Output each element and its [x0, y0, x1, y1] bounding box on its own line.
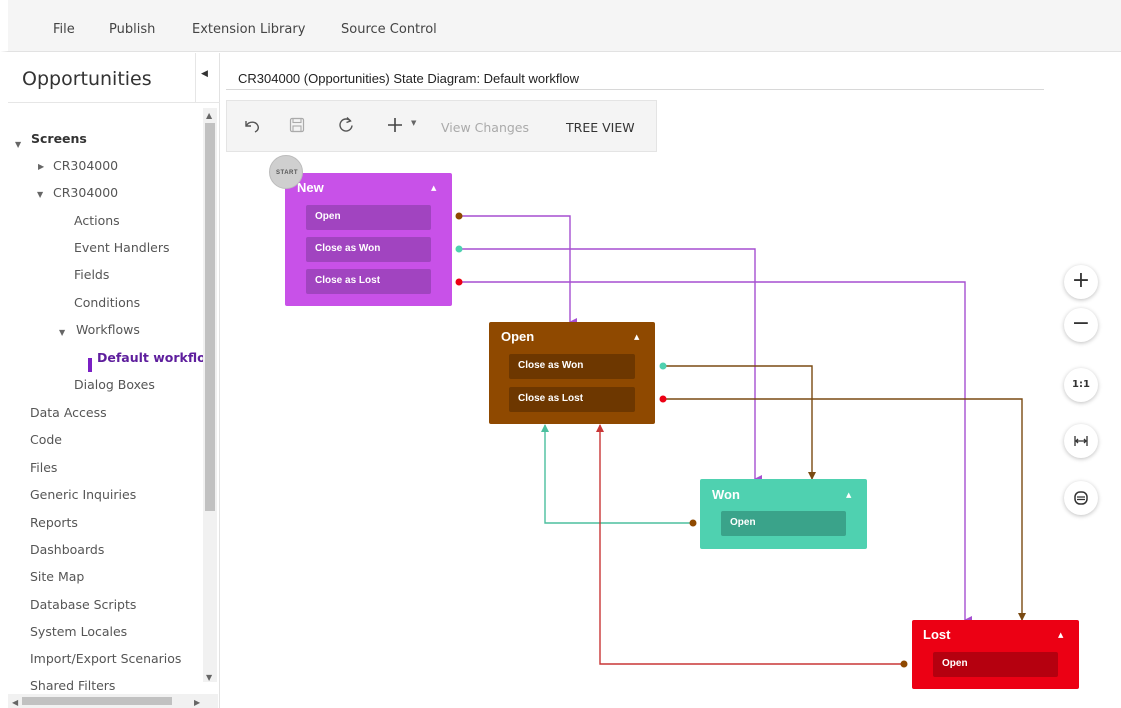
edge-new-open: [459, 215, 577, 326]
state-lost-title: Lost: [923, 627, 951, 642]
zoom-in-button[interactable]: +: [1064, 265, 1098, 299]
action-new-close-as-lost[interactable]: Close as Lost: [306, 269, 431, 294]
state-open-title: Open: [501, 329, 535, 344]
collapse-caret-icon[interactable]: ▲: [431, 184, 436, 192]
collapse-caret-icon[interactable]: ▲: [846, 491, 851, 499]
zoom-out-button[interactable]: −: [1064, 308, 1098, 342]
fit-page-button[interactable]: [1064, 481, 1098, 515]
action-won-open[interactable]: Open: [721, 511, 846, 536]
zoom-reset-button[interactable]: 1:1: [1064, 368, 1098, 402]
collapse-caret-icon[interactable]: ▲: [1058, 631, 1063, 639]
fit-width-icon: [1074, 436, 1088, 446]
state-won-title: Won: [712, 487, 740, 502]
action-new-close-as-won[interactable]: Close as Won: [306, 237, 431, 262]
collapse-caret-icon[interactable]: ▲: [634, 333, 639, 341]
fit-page-icon: [1074, 491, 1088, 505]
action-open-close-as-won[interactable]: Close as Won: [509, 354, 635, 379]
action-open-close-as-lost[interactable]: Close as Lost: [509, 387, 635, 412]
edge-won-open: [541, 424, 693, 524]
action-new-open[interactable]: Open: [306, 205, 431, 230]
start-label: START: [276, 170, 299, 176]
action-lost-open[interactable]: Open: [933, 652, 1058, 677]
fit-width-button[interactable]: [1064, 424, 1098, 458]
state-new-title: New: [297, 180, 324, 195]
edge-open-won: [663, 365, 816, 480]
